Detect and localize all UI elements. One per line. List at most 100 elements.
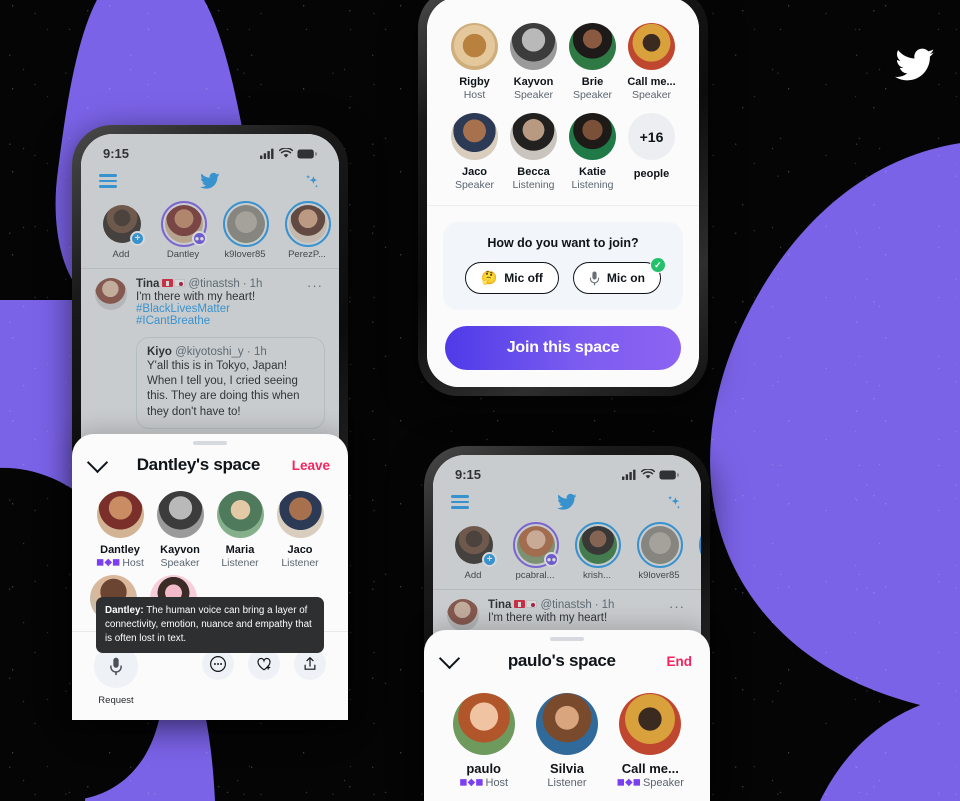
participant-role: ◼◆◼ Speaker (609, 777, 692, 789)
avatar (451, 23, 498, 70)
left-spaces-sheet: Dantley's space Leave Dantley ◼◆◼ Host Kayv… (72, 434, 348, 720)
participant-name: Silvia (550, 761, 584, 776)
avatar (451, 113, 498, 160)
mic-button-label: Request (98, 695, 134, 706)
participant-role: Listener (210, 557, 270, 569)
participant-name: paulo (466, 761, 501, 776)
mic-on-option[interactable]: Mic on ✓ (572, 257, 666, 294)
participant-name: Maria (225, 544, 255, 556)
avatar (628, 23, 675, 70)
center-phone-screen: Rigby Host Kayvon Speaker Brie Speaker Call me… (427, 0, 699, 387)
participant[interactable]: paulo ◼◆◼ Host (442, 693, 525, 789)
role-label: Host (485, 777, 509, 789)
chevron-down-icon[interactable] (438, 647, 461, 670)
overflow-label: people (633, 168, 670, 180)
live-caption: Dantley: The human voice can bring a lay… (96, 597, 324, 653)
participant[interactable]: Kayvon Speaker (504, 23, 563, 101)
participant[interactable]: Jaco Speaker (445, 113, 504, 191)
participant-role: Speaker (622, 89, 681, 101)
role-label: Host (463, 89, 486, 101)
avatar (96, 491, 144, 538)
avatar (569, 113, 616, 160)
speaking-mic-icon: ◼◆◼ (616, 777, 641, 788)
participant-name: Dantley (100, 544, 140, 556)
participant-name: Jaco (287, 544, 313, 556)
avatar (510, 113, 557, 160)
participant[interactable]: Call me... Speaker (622, 23, 681, 101)
space-participants-grid: paulo ◼◆◼ Host Silvia Listener Call me... ◼◆◼ S… (424, 673, 710, 801)
role-label: Speaker (631, 89, 672, 101)
overflow-count: +16 (628, 113, 675, 160)
role-label: Listening (571, 179, 614, 191)
caption-speaker: Dantley: (105, 605, 144, 616)
participant-role: Listening (563, 179, 622, 191)
participant-name: Call me... (621, 761, 679, 776)
role-label: Speaker (572, 89, 613, 101)
avatar (452, 693, 515, 755)
participant-name: Rigby (459, 76, 490, 88)
participant[interactable]: Silvia Listener (525, 693, 608, 789)
chevron-down-icon[interactable] (86, 451, 109, 474)
thinking-face-emoji: 🤔 (481, 270, 498, 285)
participant[interactable]: Katie Listening (563, 113, 622, 191)
participant[interactable]: Becca Listening (504, 113, 563, 191)
mic-off-label: Mic off (504, 271, 543, 285)
role-label: Speaker (642, 777, 684, 789)
end-space-button[interactable]: End (666, 654, 692, 669)
participant[interactable]: Rigby Host (445, 23, 504, 101)
role-label: Host (122, 557, 144, 569)
share-upload-icon[interactable] (294, 648, 326, 680)
participant-name: Becca (517, 166, 550, 178)
participant-role: Host (445, 89, 504, 101)
participant-name: Jaco (461, 166, 488, 178)
participant-name: Kayvon (160, 544, 200, 556)
role-label: Listener (547, 777, 587, 789)
participant-role: Speaker (563, 89, 622, 101)
participant[interactable]: Brie Speaker (563, 23, 622, 101)
heart-plus-icon[interactable] (248, 648, 280, 680)
participant-role: Listening (504, 179, 563, 191)
twitter-bird-icon (895, 48, 935, 81)
right-spaces-sheet: paulo's space End paulo ◼◆◼ Host Silvia List… (424, 630, 710, 801)
participant[interactable]: Maria Listener (210, 491, 270, 569)
join-this-space-button[interactable]: Join this space (445, 326, 681, 370)
join-card: How do you want to join? 🤔 Mic off Mic o… (443, 222, 683, 310)
divider (427, 205, 699, 206)
participant[interactable]: Call me... ◼◆◼ Speaker (609, 693, 692, 789)
space-title: paulo's space (507, 651, 616, 670)
microphone-icon (110, 657, 122, 675)
space-participants-grid: Dantley ◼◆◼ Host Kayvon Speaker Maria Listener… (72, 477, 348, 581)
participant-name: Call me... (627, 76, 676, 88)
poster-canvas: Rigby Host Kayvon Speaker Brie Speaker Call me… (0, 0, 960, 801)
participant-role: ◼◆◼ Host (442, 777, 525, 789)
avatar (156, 491, 204, 538)
avatar (535, 693, 598, 755)
participant-role: Listener (525, 777, 608, 789)
sheet-header: Dantley's space Leave (72, 445, 348, 477)
center-participants-grid: Rigby Host Kayvon Speaker Brie Speaker Call me… (427, 0, 699, 203)
join-question: How do you want to join? (487, 236, 639, 250)
role-label: Speaker (160, 557, 200, 569)
mic-off-option[interactable]: 🤔 Mic off (465, 262, 559, 294)
participant[interactable]: Kayvon Speaker (150, 491, 210, 569)
avatar (216, 491, 264, 538)
participant-role: Speaker (445, 179, 504, 191)
participant-role: Listener (270, 557, 330, 569)
leave-space-button[interactable]: Leave (292, 458, 330, 473)
avatar (619, 693, 682, 755)
join-options: 🤔 Mic off Mic on ✓ (455, 257, 671, 294)
sheet-header: paulo's space End (424, 641, 710, 673)
participant[interactable]: Dantley ◼◆◼ Host (90, 491, 150, 569)
participant-name: Brie (581, 76, 604, 88)
participant-role: Speaker (150, 557, 210, 569)
avatar (569, 23, 616, 70)
participant[interactable]: Jaco Listener (270, 491, 330, 569)
participant-role: Speaker (504, 89, 563, 101)
microphone-icon (589, 271, 600, 285)
more-circle-icon[interactable] (202, 648, 234, 680)
avatar (510, 23, 557, 70)
overflow-people-bubble[interactable]: +16 people (622, 113, 681, 191)
role-label: Listener (221, 557, 259, 569)
participant-name: Kayvon (513, 76, 554, 88)
request-mic-button[interactable]: Request (94, 644, 138, 706)
